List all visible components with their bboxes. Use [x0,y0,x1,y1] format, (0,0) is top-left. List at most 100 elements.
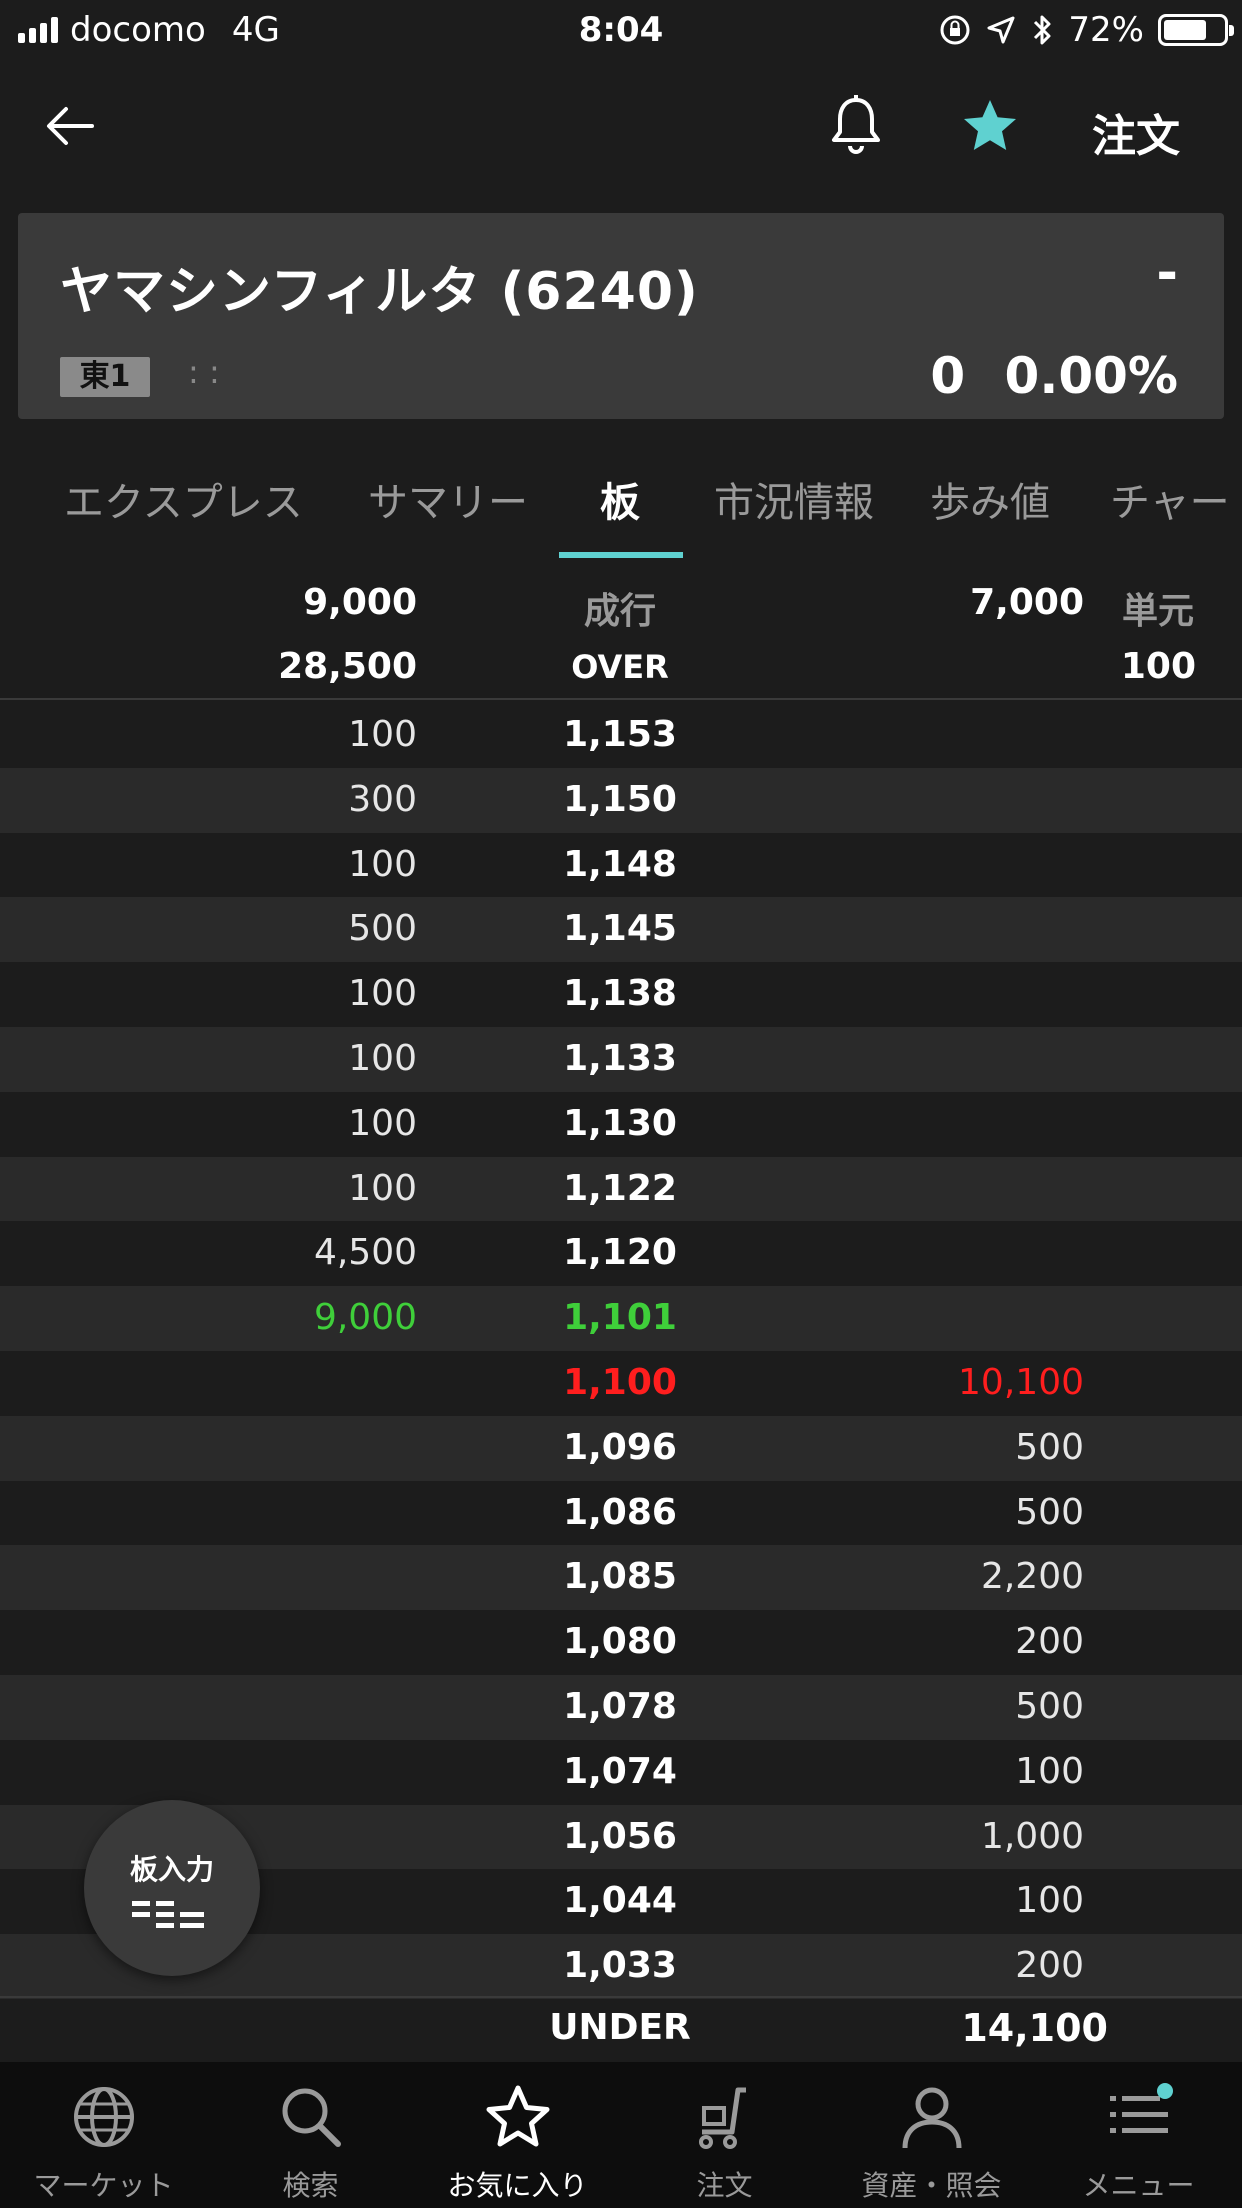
buy-qty: 500 [1015,1426,1084,1468]
tab-board[interactable]: 板 [600,470,640,528]
tabbar-search-label: 検索 [282,2169,339,2202]
board-row[interactable]: 4,500 1,120 [0,1221,1242,1287]
battery-percent: 72% [1068,10,1144,50]
status-bar: docomo 4G 8:04 72% [0,0,1242,62]
under-qty: 14,100 [961,2006,1108,2050]
tab-chart[interactable]: チャー [1110,470,1230,528]
bottom-tab-bar: マーケット 検索 お気に入り 注文 資産・照会 メニュー [0,2062,1242,2208]
battery-fill [1164,20,1206,40]
rotation-lock-icon [940,15,970,45]
over-label: OVER [571,648,669,686]
board-row[interactable]: 1,085 2,200 [0,1545,1242,1611]
buy-market-qty: 7,000 [970,582,1084,623]
board-input-label: 板入力 [129,1853,214,1886]
price-level: 1,086 [563,1491,677,1533]
price-level: 1,133 [563,1037,677,1079]
person-icon [902,2087,961,2149]
price-level: 1,078 [563,1685,677,1727]
board-row[interactable]: 1,086 500 [0,1480,1242,1546]
buy-qty: 2,200 [980,1556,1084,1598]
board-row[interactable]: 100 1,138 [0,962,1242,1027]
board-row[interactable]: 100 1,153 [0,703,1242,768]
tabbar-search[interactable]: 検索 [207,2062,414,2208]
board-input-icon [132,1901,204,1928]
board-row[interactable]: 100 1,133 [0,1026,1242,1092]
order-button[interactable]: 注文 [1092,100,1180,164]
buy-qty: 100 [1015,1880,1084,1922]
tabbar-assets-label: 資産・照会 [861,2169,1002,2202]
tabbar-menu[interactable]: メニュー [1035,2062,1242,2208]
tab-tick-history[interactable]: 歩み値 [930,470,1050,528]
stock-header: ヤマシンフィルタ (6240) - 東1 : : 0 0.00% [18,213,1224,419]
tab-summary[interactable]: サマリー [368,470,528,528]
board-row[interactable]: 100 1,130 [0,1091,1242,1157]
unit-value: 100 [1120,646,1196,687]
price-level: 1,120 [563,1232,677,1274]
notification-dot [1156,2083,1173,2099]
tabbar-order[interactable]: 注文 [621,2062,828,2208]
sell-qty: 300 [348,778,417,820]
price-level: 1,130 [563,1102,677,1144]
board-row[interactable]: 500 1,145 [0,897,1242,963]
price-change: 0 0.00% [930,347,1178,405]
tabbar-favorites[interactable]: お気に入り [414,2062,621,2208]
board-row[interactable]: 300 1,150 [0,767,1242,833]
board-row[interactable]: 9,000 1,101 [0,1286,1242,1351]
buy-qty: 200 [1015,1945,1084,1987]
under-row: UNDER 14,100 [0,1996,1242,2058]
price-level: 1,153 [563,714,677,755]
status-right: 72% [938,10,1234,50]
buy-qty: 200 [1015,1621,1084,1663]
sell-qty: 100 [348,1167,417,1209]
tabbar-assets[interactable]: 資産・照会 [828,2062,1035,2208]
buy-qty: 1,000 [980,1815,1084,1857]
arrow-left-icon[interactable] [40,96,100,156]
tabbar-market[interactable]: マーケット [0,2062,207,2208]
market-order-label: 成行 [583,591,656,632]
tabbar-order-label: 注文 [696,2169,753,2202]
price-level: 1,148 [563,843,677,885]
board-row[interactable]: 1,078 500 [0,1674,1242,1740]
menu-list-icon [1109,2083,1173,2133]
star-icon[interactable] [960,96,1020,156]
bell-icon[interactable] [826,92,886,160]
location-icon [987,16,1015,44]
board-row[interactable]: 100 1,148 [0,832,1242,898]
nav-bar: 注文 [0,62,1242,190]
board-row[interactable]: 1,100 10,100 [0,1350,1242,1416]
market-badge: 東1 [60,357,150,397]
price-level: 1,138 [563,973,677,1015]
buy-qty: 500 [1015,1491,1084,1533]
board-row[interactable]: 1,080 200 [0,1610,1242,1675]
board-input-button[interactable]: 板入力 [84,1800,260,1976]
price-level: 1,085 [563,1556,677,1598]
price-level: 1,101 [563,1297,677,1339]
sell-qty: 4,500 [313,1232,417,1274]
battery-icon [1158,14,1234,46]
price-level: 1,122 [563,1167,677,1209]
tabbar-market-label: マーケット [33,2169,174,2202]
sell-qty: 500 [348,908,417,950]
change-percent: 0.00% [1004,347,1178,405]
detail-tabs: エクスプレス サマリー 板 市況情報 歩み値 チャー [0,440,1242,560]
current-price: - [1156,243,1178,303]
sell-qty: 100 [348,973,417,1015]
board-row[interactable]: 100 1,122 [0,1156,1242,1222]
under-label: UNDER [549,2007,691,2048]
unit-label: 単元 [1121,591,1194,632]
board-row[interactable]: 1,074 100 [0,1739,1242,1805]
bluetooth-icon [1034,15,1051,45]
price-level: 1,056 [563,1815,677,1857]
sell-qty: 100 [348,1102,417,1144]
price-level: 1,100 [563,1361,677,1403]
tabbar-favorites-label: お気に入り [447,2169,588,2202]
change-value: 0 [930,347,966,405]
globe-icon [73,2087,134,2147]
buy-qty: 500 [1015,1685,1084,1727]
price-level: 1,096 [563,1426,677,1468]
tab-express[interactable]: エクスプレス [64,470,303,528]
star-outline-icon [486,2085,549,2147]
board-row[interactable]: 1,096 500 [0,1415,1242,1481]
tab-market-info[interactable]: 市況情報 [714,470,874,528]
price-level: 1,080 [563,1621,677,1663]
